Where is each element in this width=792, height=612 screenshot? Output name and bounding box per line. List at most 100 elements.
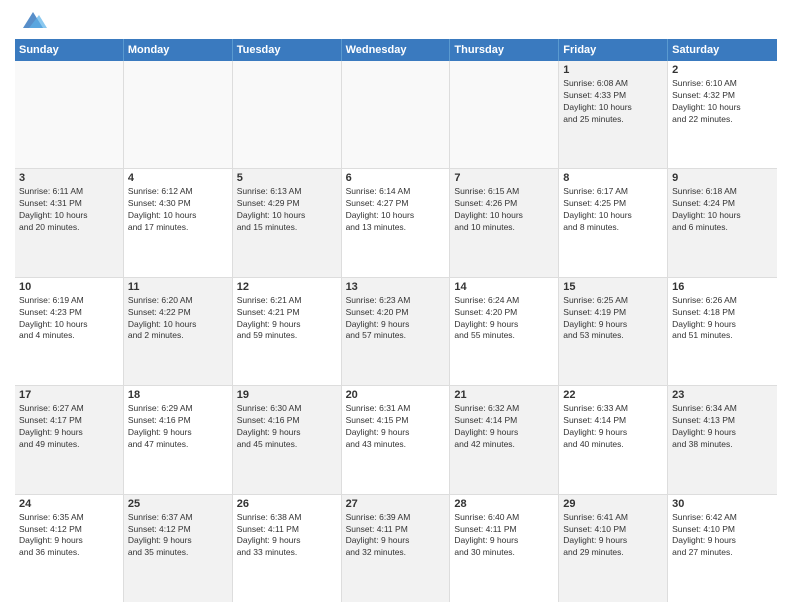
day-info: Sunrise: 6:37 AM Sunset: 4:12 PM Dayligh…	[128, 512, 228, 560]
day-number: 1	[563, 64, 663, 76]
day-info: Sunrise: 6:15 AM Sunset: 4:26 PM Dayligh…	[454, 186, 554, 234]
cal-cell: 11 Sunrise: 6:20 AM Sunset: 4:22 PM Dayli…	[124, 278, 233, 385]
cal-cell: 16 Sunrise: 6:26 AM Sunset: 4:18 PM Dayli…	[668, 278, 777, 385]
day-info: Sunrise: 6:27 AM Sunset: 4:17 PM Dayligh…	[19, 403, 119, 451]
header-day-wednesday: Wednesday	[342, 39, 451, 61]
calendar-header: SundayMondayTuesdayWednesdayThursdayFrid…	[15, 39, 777, 61]
calendar-body: 1 Sunrise: 6:08 AM Sunset: 4:33 PM Daylig…	[15, 61, 777, 602]
week-row-1: 1 Sunrise: 6:08 AM Sunset: 4:33 PM Daylig…	[15, 61, 777, 169]
header-day-saturday: Saturday	[668, 39, 777, 61]
day-number: 18	[128, 389, 228, 401]
day-number: 8	[563, 172, 663, 184]
day-info: Sunrise: 6:25 AM Sunset: 4:19 PM Dayligh…	[563, 295, 663, 343]
header-day-tuesday: Tuesday	[233, 39, 342, 61]
cal-cell: 29Sunrise: 6:41 AM Sunset: 4:10 PM Dayli…	[559, 495, 668, 602]
cal-cell: 30 Sunrise: 6:42 AM Sunset: 4:10 PM Dayli…	[668, 495, 777, 602]
cal-cell: 26Sunrise: 6:38 AM Sunset: 4:11 PM Dayli…	[233, 495, 342, 602]
cal-cell: 14 Sunrise: 6:24 AM Sunset: 4:20 PM Dayli…	[450, 278, 559, 385]
day-info: Sunrise: 6:23 AM Sunset: 4:20 PM Dayligh…	[346, 295, 446, 343]
cal-cell: 4 Sunrise: 6:12 AM Sunset: 4:30 PM Daylig…	[124, 169, 233, 276]
day-info: Sunrise: 6:29 AM Sunset: 4:16 PM Dayligh…	[128, 403, 228, 451]
day-info: Sunrise: 6:14 AM Sunset: 4:27 PM Dayligh…	[346, 186, 446, 234]
day-number: 6	[346, 172, 446, 184]
cal-cell: 21 Sunrise: 6:32 AM Sunset: 4:14 PM Dayli…	[450, 386, 559, 493]
cal-cell: 27 Sunrise: 6:39 AM Sunset: 4:11 PM Dayli…	[342, 495, 451, 602]
day-info: Sunrise: 6:30 AM Sunset: 4:16 PM Dayligh…	[237, 403, 337, 451]
day-number: 2	[672, 64, 773, 76]
day-number: 17	[19, 389, 119, 401]
day-info: Sunrise: 6:26 AM Sunset: 4:18 PM Dayligh…	[672, 295, 773, 343]
cal-cell	[342, 61, 451, 168]
day-info: Sunrise: 6:17 AM Sunset: 4:25 PM Dayligh…	[563, 186, 663, 234]
calendar: SundayMondayTuesdayWednesdayThursdayFrid…	[15, 39, 777, 602]
page: SundayMondayTuesdayWednesdayThursdayFrid…	[0, 0, 792, 612]
cal-cell: 5 Sunrise: 6:13 AM Sunset: 4:29 PM Daylig…	[233, 169, 342, 276]
week-row-3: 10 Sunrise: 6:19 AM Sunset: 4:23 PM Dayli…	[15, 278, 777, 386]
day-info: Sunrise: 6:19 AM Sunset: 4:23 PM Dayligh…	[19, 295, 119, 343]
cal-cell: 10 Sunrise: 6:19 AM Sunset: 4:23 PM Dayli…	[15, 278, 124, 385]
day-info: Sunrise: 6:31 AM Sunset: 4:15 PM Dayligh…	[346, 403, 446, 451]
day-number: 20	[346, 389, 446, 401]
cal-cell: 28 Sunrise: 6:40 AM Sunset: 4:11 PM Dayli…	[450, 495, 559, 602]
day-number: 29	[563, 498, 663, 510]
day-info: Sunrise: 6:35 AM Sunset: 4:12 PM Dayligh…	[19, 512, 119, 560]
day-info: Sunrise: 6:40 AM Sunset: 4:11 PM Dayligh…	[454, 512, 554, 560]
cal-cell: 6 Sunrise: 6:14 AM Sunset: 4:27 PM Daylig…	[342, 169, 451, 276]
day-info: Sunrise: 6:39 AM Sunset: 4:11 PM Dayligh…	[346, 512, 446, 560]
day-number: 24	[19, 498, 119, 510]
week-row-5: 24 Sunrise: 6:35 AM Sunset: 4:12 PM Dayli…	[15, 495, 777, 602]
day-number: 15	[563, 281, 663, 293]
day-info: Sunrise: 6:10 AM Sunset: 4:32 PM Dayligh…	[672, 78, 773, 126]
cal-cell: 24 Sunrise: 6:35 AM Sunset: 4:12 PM Dayli…	[15, 495, 124, 602]
cal-cell: 18 Sunrise: 6:29 AM Sunset: 4:16 PM Dayli…	[124, 386, 233, 493]
day-info: Sunrise: 6:08 AM Sunset: 4:33 PM Dayligh…	[563, 78, 663, 126]
day-number: 16	[672, 281, 773, 293]
cal-cell: 2 Sunrise: 6:10 AM Sunset: 4:32 PM Daylig…	[668, 61, 777, 168]
cal-cell	[233, 61, 342, 168]
header-day-monday: Monday	[124, 39, 233, 61]
day-info: Sunrise: 6:18 AM Sunset: 4:24 PM Dayligh…	[672, 186, 773, 234]
header-day-thursday: Thursday	[450, 39, 559, 61]
day-info: Sunrise: 6:32 AM Sunset: 4:14 PM Dayligh…	[454, 403, 554, 451]
day-number: 28	[454, 498, 554, 510]
day-number: 13	[346, 281, 446, 293]
day-number: 14	[454, 281, 554, 293]
cal-cell: 17 Sunrise: 6:27 AM Sunset: 4:17 PM Dayli…	[15, 386, 124, 493]
day-info: Sunrise: 6:13 AM Sunset: 4:29 PM Dayligh…	[237, 186, 337, 234]
day-number: 22	[563, 389, 663, 401]
cal-cell: 7 Sunrise: 6:15 AM Sunset: 4:26 PM Daylig…	[450, 169, 559, 276]
day-number: 23	[672, 389, 773, 401]
cal-cell: 8 Sunrise: 6:17 AM Sunset: 4:25 PM Daylig…	[559, 169, 668, 276]
cal-cell: 12Sunrise: 6:21 AM Sunset: 4:21 PM Dayli…	[233, 278, 342, 385]
cal-cell: 23 Sunrise: 6:34 AM Sunset: 4:13 PM Dayli…	[668, 386, 777, 493]
day-info: Sunrise: 6:38 AM Sunset: 4:11 PM Dayligh…	[237, 512, 337, 560]
day-info: Sunrise: 6:20 AM Sunset: 4:22 PM Dayligh…	[128, 295, 228, 343]
day-info: Sunrise: 6:33 AM Sunset: 4:14 PM Dayligh…	[563, 403, 663, 451]
week-row-2: 3Sunrise: 6:11 AM Sunset: 4:31 PM Daylig…	[15, 169, 777, 277]
day-info: Sunrise: 6:34 AM Sunset: 4:13 PM Dayligh…	[672, 403, 773, 451]
day-number: 21	[454, 389, 554, 401]
cal-cell	[450, 61, 559, 168]
day-number: 7	[454, 172, 554, 184]
day-number: 27	[346, 498, 446, 510]
week-row-4: 17 Sunrise: 6:27 AM Sunset: 4:17 PM Dayli…	[15, 386, 777, 494]
day-number: 30	[672, 498, 773, 510]
day-number: 5	[237, 172, 337, 184]
day-number: 19	[237, 389, 337, 401]
day-number: 4	[128, 172, 228, 184]
day-number: 11	[128, 281, 228, 293]
day-info: Sunrise: 6:21 AM Sunset: 4:21 PM Dayligh…	[237, 295, 337, 343]
cal-cell: 22 Sunrise: 6:33 AM Sunset: 4:14 PM Dayli…	[559, 386, 668, 493]
day-number: 10	[19, 281, 119, 293]
cal-cell	[124, 61, 233, 168]
day-info: Sunrise: 6:24 AM Sunset: 4:20 PM Dayligh…	[454, 295, 554, 343]
header-day-friday: Friday	[559, 39, 668, 61]
day-info: Sunrise: 6:12 AM Sunset: 4:30 PM Dayligh…	[128, 186, 228, 234]
logo-icon	[19, 10, 47, 33]
cal-cell: 19 Sunrise: 6:30 AM Sunset: 4:16 PM Dayli…	[233, 386, 342, 493]
cal-cell: 15 Sunrise: 6:25 AM Sunset: 4:19 PM Dayli…	[559, 278, 668, 385]
day-info: Sunrise: 6:42 AM Sunset: 4:10 PM Dayligh…	[672, 512, 773, 560]
header	[15, 10, 777, 33]
logo	[15, 10, 47, 33]
cal-cell: 20 Sunrise: 6:31 AM Sunset: 4:15 PM Dayli…	[342, 386, 451, 493]
